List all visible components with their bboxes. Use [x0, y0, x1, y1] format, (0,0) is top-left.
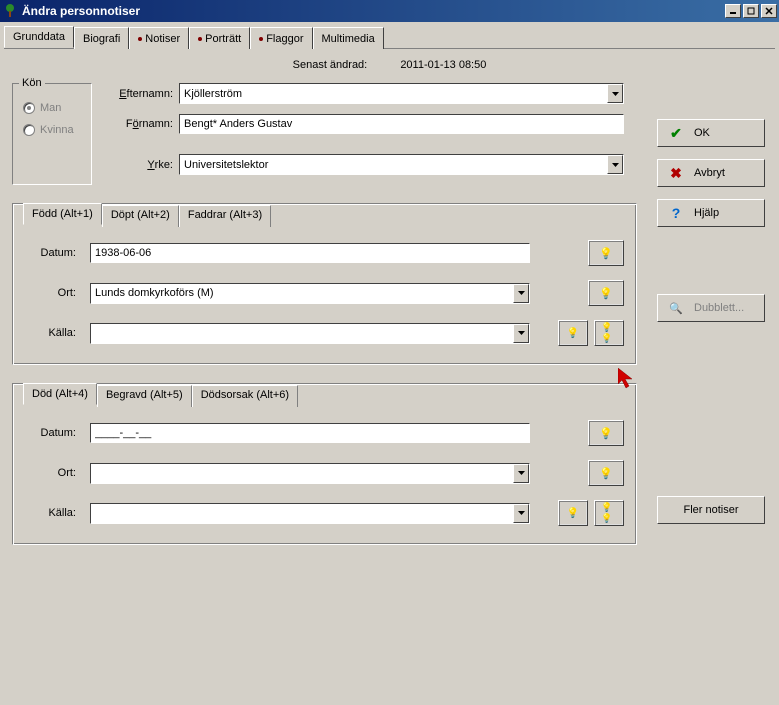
tab-grunddata[interactable]: Grunddata [4, 26, 74, 48]
bulb-icon: 💡 [567, 328, 579, 339]
birth-source-hint2-button[interactable]: 💡💡 [594, 320, 624, 346]
radio-icon [23, 102, 35, 114]
tab-flaggor[interactable]: Flaggor [250, 27, 312, 49]
bulb-icon: 💡 [599, 427, 613, 440]
birth-place-input[interactable] [91, 284, 513, 303]
question-icon: ? [668, 205, 684, 221]
death-subtabs: Död (Alt+4) Begravd (Alt+5) Dödsorsak (A… [23, 383, 624, 405]
duplicate-button[interactable]: 🔍 Dubblett... [657, 294, 765, 322]
cancel-button[interactable]: ✖ Avbryt [657, 159, 765, 187]
double-bulb-icon: 💡💡 [601, 502, 617, 524]
subtab-begravd[interactable]: Begravd (Alt+5) [97, 385, 192, 407]
dot-icon [198, 37, 202, 41]
dropdown-button[interactable] [607, 84, 623, 103]
birth-date-input[interactable] [90, 243, 530, 263]
tab-portratt[interactable]: Porträtt [189, 27, 250, 49]
death-source-input[interactable] [91, 504, 513, 523]
titlebar: Ändra personnotiser [0, 0, 779, 22]
firstname-label: Förnamn: [104, 118, 179, 130]
tab-multimedia[interactable]: Multimedia [313, 27, 384, 49]
birth-place-label: Ort: [25, 287, 80, 299]
dropdown-button[interactable] [513, 284, 529, 303]
surname-input[interactable] [180, 84, 607, 103]
main-tabs: Grunddata Biografi Notiser Porträtt Flag… [4, 26, 775, 49]
death-source-hint-button[interactable]: 💡 [558, 500, 588, 526]
radio-kvinna[interactable]: Kvinna [23, 124, 81, 136]
dropdown-button[interactable] [513, 464, 529, 483]
birth-source-hint-button[interactable]: 💡 [558, 320, 588, 346]
death-date-label: Datum: [25, 427, 80, 439]
dot-icon [138, 37, 142, 41]
dropdown-button[interactable] [513, 324, 529, 343]
birth-source-combo[interactable] [90, 323, 530, 344]
gender-legend: Kön [19, 77, 45, 89]
binoculars-icon: 🔍 [668, 302, 684, 315]
birth-place-combo[interactable] [90, 283, 530, 304]
death-panel: Död (Alt+4) Begravd (Alt+5) Dödsorsak (A… [12, 383, 637, 545]
birth-place-hint-button[interactable]: 💡 [588, 280, 624, 306]
birth-panel: Född (Alt+1) Döpt (Alt+2) Faddrar (Alt+3… [12, 203, 637, 365]
subtab-faddrar[interactable]: Faddrar (Alt+3) [179, 205, 271, 227]
death-source-hint2-button[interactable]: 💡💡 [594, 500, 624, 526]
subtab-dopt[interactable]: Döpt (Alt+2) [102, 205, 179, 227]
tab-notiser[interactable]: Notiser [129, 27, 189, 49]
surname-label: Efternamn: [104, 88, 179, 100]
bulb-icon: 💡 [567, 508, 579, 519]
death-place-input[interactable] [91, 464, 513, 483]
dot-icon [259, 37, 263, 41]
help-button[interactable]: ? Hjälp [657, 199, 765, 227]
dropdown-button[interactable] [607, 155, 623, 174]
check-icon: ✔ [668, 125, 684, 142]
death-place-combo[interactable] [90, 463, 530, 484]
birth-date-hint-button[interactable]: 💡 [588, 240, 624, 266]
cross-icon: ✖ [668, 165, 684, 182]
death-place-hint-button[interactable]: 💡 [588, 460, 624, 486]
ok-button[interactable]: ✔ OK [657, 119, 765, 147]
subtab-fodd[interactable]: Född (Alt+1) [23, 203, 102, 225]
radio-man[interactable]: Man [23, 102, 81, 114]
minimize-button[interactable] [725, 4, 741, 18]
occupation-label: Yrke: [104, 159, 179, 171]
double-bulb-icon: 💡💡 [601, 322, 617, 344]
last-modified: Senast ändrad: 2011-01-13 08:50 [12, 59, 767, 71]
occupation-combo[interactable] [179, 154, 624, 175]
bulb-on-icon: 💡 [599, 287, 613, 300]
death-source-label: Källa: [25, 507, 80, 519]
birth-date-label: Datum: [25, 247, 80, 259]
more-notes-button[interactable]: Fler notiser [657, 496, 765, 524]
gender-group: Kön Man Kvinna [12, 83, 92, 185]
window-title: Ändra personnotiser [22, 4, 725, 18]
death-source-combo[interactable] [90, 503, 530, 524]
occupation-input[interactable] [180, 155, 607, 174]
birth-source-label: Källa: [25, 327, 80, 339]
tab-biografi[interactable]: Biografi [74, 27, 129, 49]
death-date-input[interactable] [90, 423, 530, 443]
bulb-icon: 💡 [599, 467, 613, 480]
death-place-label: Ort: [25, 467, 80, 479]
bulb-icon: 💡 [599, 247, 613, 260]
close-button[interactable] [761, 4, 777, 18]
surname-combo[interactable] [179, 83, 624, 104]
birth-subtabs: Född (Alt+1) Döpt (Alt+2) Faddrar (Alt+3… [23, 203, 624, 225]
maximize-button[interactable] [743, 4, 759, 18]
subtab-dodsorsak[interactable]: Dödsorsak (Alt+6) [192, 385, 298, 407]
subtab-dod[interactable]: Död (Alt+4) [23, 383, 97, 405]
dropdown-button[interactable] [513, 504, 529, 523]
birth-source-input[interactable] [91, 324, 513, 343]
firstname-input[interactable] [179, 114, 624, 134]
app-icon [2, 3, 18, 19]
radio-icon [23, 124, 35, 136]
death-date-hint-button[interactable]: 💡 [588, 420, 624, 446]
